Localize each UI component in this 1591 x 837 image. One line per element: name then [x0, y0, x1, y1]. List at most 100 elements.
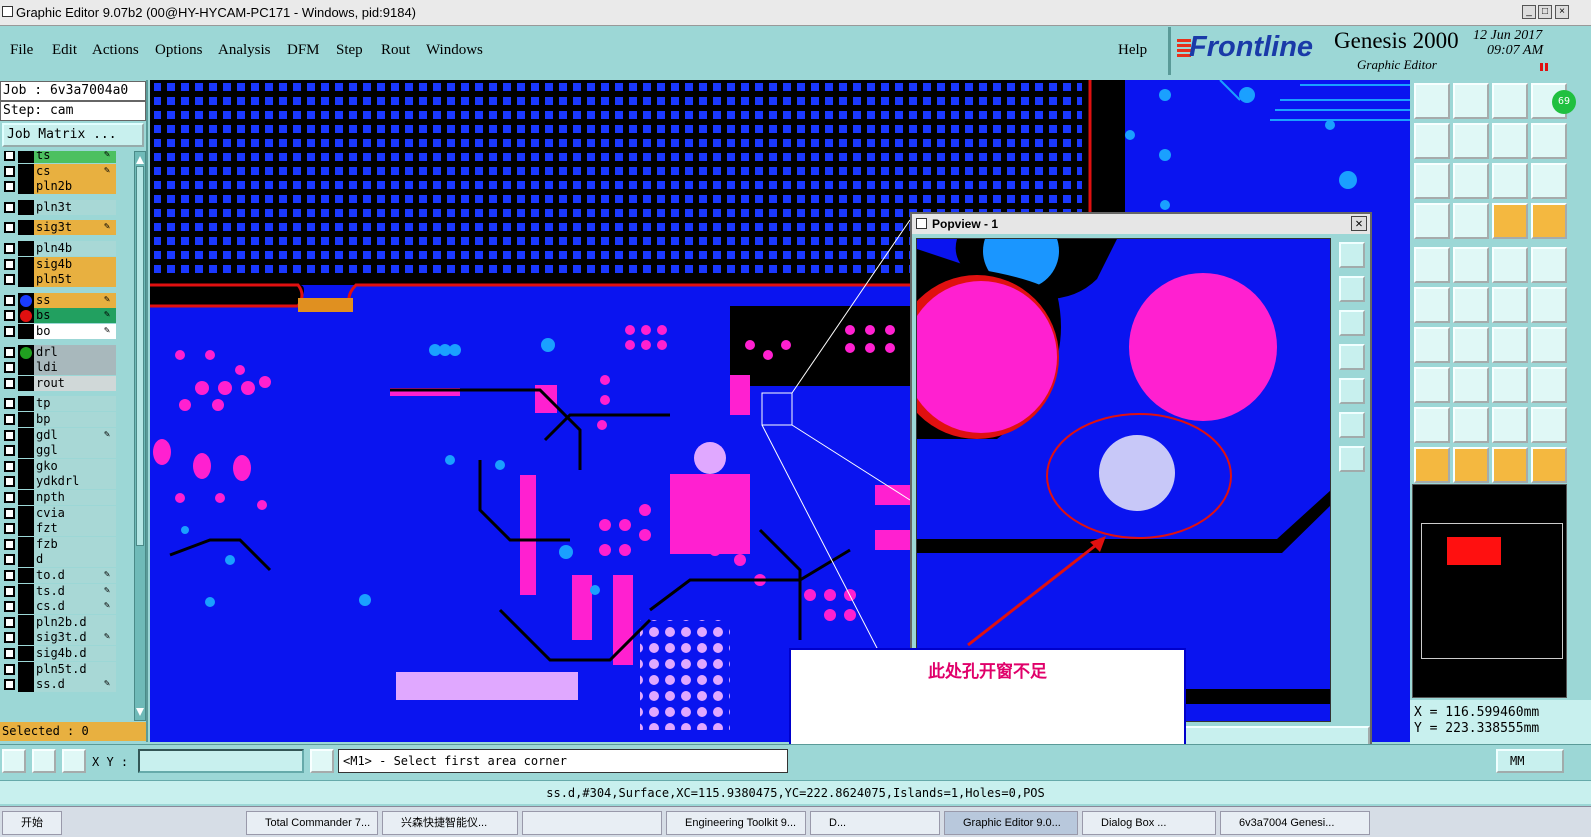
- layer-row-ts[interactable]: ts ✎: [0, 151, 134, 163]
- layer-row-ss-d[interactable]: ss.d ✎: [0, 677, 134, 693]
- layer-checkbox[interactable]: [4, 492, 15, 503]
- layer-row-ydkdrl[interactable]: ydkdrl: [0, 474, 134, 490]
- pad-icon[interactable]: [1453, 203, 1489, 239]
- layer-affected-box[interactable]: [18, 505, 34, 521]
- pointer-dots-icon[interactable]: [1531, 447, 1567, 483]
- bracket-icon[interactable]: [1492, 367, 1528, 403]
- layer-name[interactable]: pln5t.d: [34, 661, 116, 677]
- layer-checkbox[interactable]: [4, 570, 15, 581]
- layer-name[interactable]: fzb: [34, 536, 116, 552]
- menu-rout[interactable]: Rout: [381, 42, 410, 59]
- layer-checkbox[interactable]: [4, 445, 15, 457]
- layer-affected-box[interactable]: [18, 661, 34, 677]
- layer-name[interactable]: sig4b.d: [34, 646, 116, 661]
- layer-checkbox[interactable]: [4, 538, 15, 550]
- layer-affected-box[interactable]: [18, 163, 34, 179]
- line-tool-icon[interactable]: [1414, 327, 1450, 363]
- maximize-icon[interactable]: □: [1538, 5, 1552, 19]
- layer-affected-box[interactable]: [18, 568, 34, 583]
- layer-row-to-d[interactable]: to.d ✎: [0, 568, 134, 583]
- layer-name[interactable]: ydkdrl: [34, 474, 116, 490]
- layer-row-fzt[interactable]: fzt: [0, 521, 134, 537]
- layer-name[interactable]: cvia: [34, 505, 116, 521]
- layer-row-ggl[interactable]: ggl: [0, 443, 134, 459]
- popview-zoom-out-icon[interactable]: [1339, 446, 1365, 472]
- popview-pan-right-icon[interactable]: [1339, 378, 1365, 404]
- layer-affected-box[interactable]: [18, 614, 34, 630]
- menu-edit[interactable]: Edit: [52, 42, 77, 59]
- scroll-down-icon[interactable]: [136, 708, 144, 718]
- layer-affected-box[interactable]: [18, 241, 34, 256]
- layer-row-gko[interactable]: gko: [0, 458, 134, 474]
- layer-affected-box[interactable]: [18, 443, 34, 459]
- layer-affected-box[interactable]: [18, 599, 34, 615]
- zoom-fit-icon[interactable]: [1414, 163, 1450, 199]
- task-genesis-job[interactable]: 6v3a7004 Genesi...: [1220, 811, 1370, 835]
- layer-affected-box[interactable]: [18, 375, 34, 391]
- start-button[interactable]: 开始: [2, 811, 62, 835]
- layer-checkbox[interactable]: [4, 310, 15, 322]
- layer-affected-box[interactable]: [18, 151, 34, 163]
- layer-name[interactable]: npth: [34, 490, 116, 505]
- layer-affected-box[interactable]: [18, 220, 34, 236]
- scroll-up-icon[interactable]: [136, 154, 144, 164]
- xy-input[interactable]: [138, 749, 304, 773]
- layer-row-ldi[interactable]: ldi: [0, 360, 134, 376]
- triangle-a-icon[interactable]: [1453, 407, 1489, 443]
- layer-checkbox[interactable]: [4, 663, 15, 675]
- minimize-icon[interactable]: _: [1522, 5, 1536, 19]
- task-dialog-box[interactable]: Dialog Box ...: [1082, 811, 1216, 835]
- layer-checkbox[interactable]: [4, 648, 15, 659]
- layer-row-pln4b[interactable]: pln4b: [0, 241, 134, 256]
- layer-name[interactable]: pln2b: [34, 179, 116, 195]
- layer-compare-icon[interactable]: [1531, 203, 1567, 239]
- popview-pan-left-icon[interactable]: [1339, 344, 1365, 370]
- layer-row-bo[interactable]: bo ✎: [0, 324, 134, 339]
- help-icon[interactable]: [1531, 163, 1567, 199]
- layer-row-pln2b[interactable]: pln2b: [0, 179, 134, 195]
- layer-row-pln2b-d[interactable]: pln2b.d: [0, 614, 134, 630]
- save-icon[interactable]: [1453, 83, 1489, 119]
- layer-affected-box[interactable]: [18, 552, 34, 568]
- layer-row-cs[interactable]: cs ✎: [0, 163, 134, 179]
- menu-help[interactable]: Help: [1118, 42, 1147, 59]
- zoom-home-icon[interactable]: [1453, 163, 1489, 199]
- layer-row-npth[interactable]: npth: [0, 490, 134, 505]
- layer-name[interactable]: sig4b: [34, 256, 116, 272]
- cross-icon[interactable]: [1453, 287, 1489, 323]
- layer-name[interactable]: pln5t: [34, 272, 116, 288]
- layer-affected-box[interactable]: [18, 427, 34, 443]
- undo-icon[interactable]: [1414, 123, 1450, 159]
- pointer-alt-icon[interactable]: [1492, 447, 1528, 483]
- layer-checkbox[interactable]: [4, 554, 15, 566]
- layer-checkbox[interactable]: [4, 377, 15, 389]
- layer-checkbox[interactable]: [4, 181, 15, 193]
- layer-name[interactable]: pln4b: [34, 241, 116, 256]
- menu-windows[interactable]: Windows: [426, 42, 483, 59]
- menu-options[interactable]: Options: [155, 42, 203, 59]
- layer-checkbox[interactable]: [4, 398, 15, 410]
- popview-pan-down-icon[interactable]: [1339, 310, 1365, 336]
- layer-name[interactable]: gko: [34, 458, 116, 474]
- triangle-icon[interactable]: [1414, 407, 1450, 443]
- layer-checkbox[interactable]: [4, 679, 15, 691]
- layer-checkbox[interactable]: [4, 346, 15, 358]
- layer-checkbox[interactable]: [4, 414, 15, 425]
- task-d[interactable]: D...: [810, 811, 940, 835]
- layer-row-ss[interactable]: ss ✎: [0, 292, 134, 308]
- pointer-icon[interactable]: [1414, 447, 1450, 483]
- task-engineering-toolkit[interactable]: Engineering Toolkit 9...: [666, 811, 806, 835]
- info-icon[interactable]: [310, 749, 334, 773]
- layer-row-cvia[interactable]: cvia: [0, 505, 134, 521]
- layer-row-cs-d[interactable]: cs.d ✎: [0, 599, 134, 615]
- layer-checkbox[interactable]: [4, 585, 15, 597]
- close-icon[interactable]: ×: [1555, 5, 1569, 19]
- layer-scrollbar[interactable]: [134, 151, 146, 721]
- layer-affected-box[interactable]: [18, 474, 34, 490]
- layer-checkbox[interactable]: [4, 258, 15, 270]
- popview-fit-icon[interactable]: [1339, 412, 1365, 438]
- layer-checkbox[interactable]: [4, 274, 15, 286]
- layer-checkbox[interactable]: [4, 632, 15, 644]
- layer-row-ts-d[interactable]: ts.d ✎: [0, 583, 134, 599]
- overview-view-rect[interactable]: [1447, 537, 1501, 565]
